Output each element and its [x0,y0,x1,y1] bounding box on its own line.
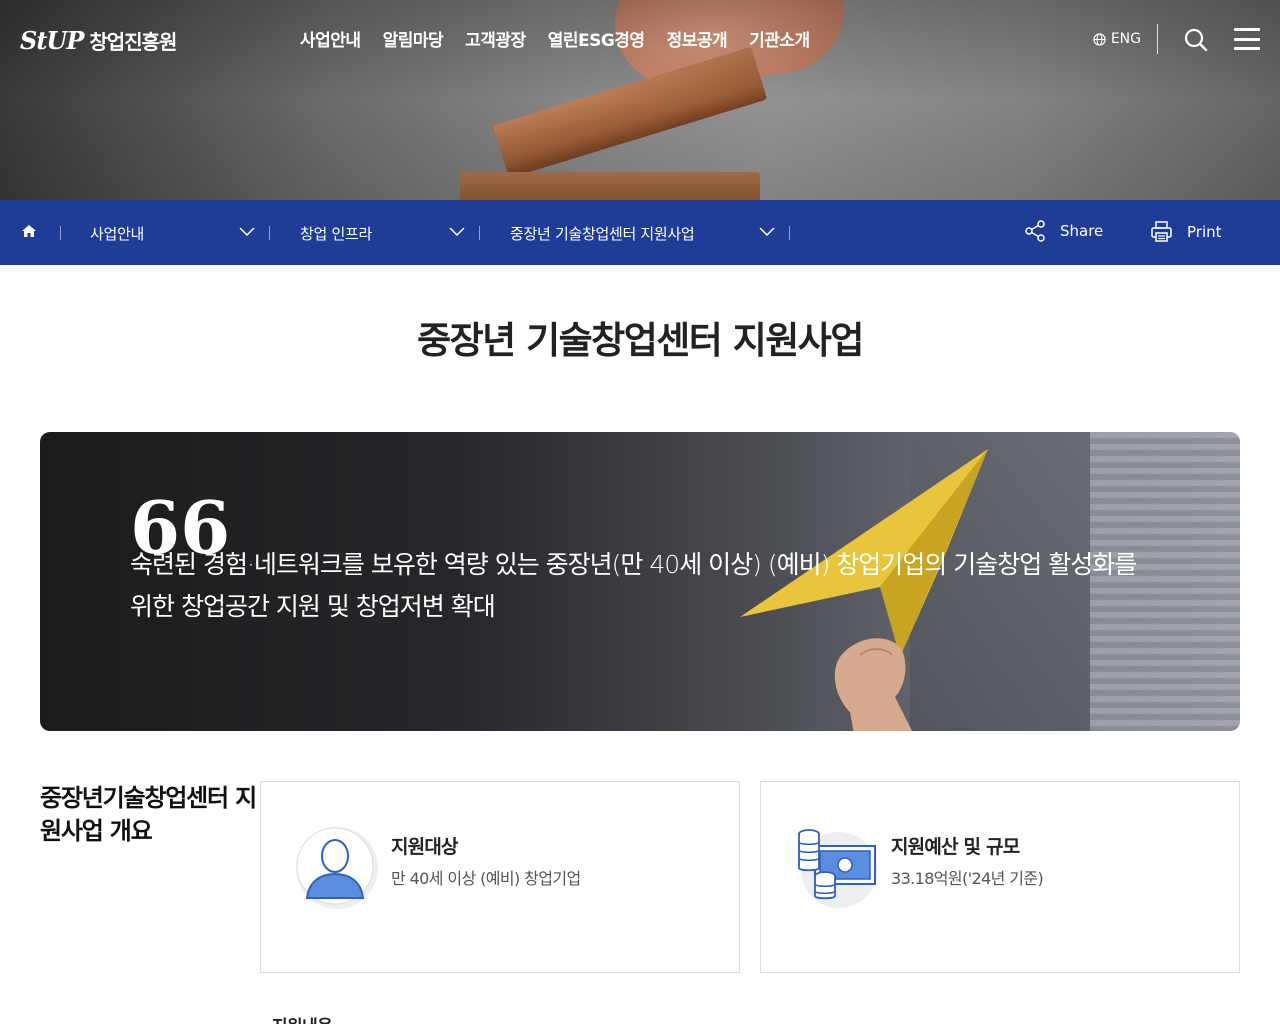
breadcrumb-depth1[interactable]: 사업안내 [90,220,144,246]
breadcrumb-depth2[interactable]: 창업 인프라 [300,220,372,246]
intro-banner: 66 숙련된 경험·네트워크를 보유한 역량 있는 중장년(만 40세 이상) … [40,432,1240,731]
language-label: ENG [1110,31,1141,47]
overview-title: 중장년기술창업센터 지원사업 개요 [40,784,257,845]
banner-quote-text: 숙련된 경험·네트워크를 보유한 역량 있는 중장년(만 40세 이상) (예비… [130,550,1137,621]
nav-item-notice[interactable]: 알림마당 [383,26,444,51]
section-subtitle: 지원내용 [272,1012,333,1024]
search-icon[interactable] [1184,27,1208,51]
card-value: 만 40세 이상 (예비) 창업기업 [391,869,581,888]
nav-item-disclosure[interactable]: 정보공개 [667,26,728,51]
nav-item-business[interactable]: 사업안내 [300,26,361,51]
chevron-down-icon[interactable] [759,227,775,237]
main-nav: 사업안내 알림마당 고객광장 열린ESG경영 정보공개 기관소개 [300,26,810,51]
print-label: Print [1187,222,1222,241]
hand-image [834,638,912,731]
share-button[interactable]: Share [1024,220,1103,242]
logo-mark: StUP [20,26,84,55]
globe-icon [1093,32,1106,46]
budget-card: 지원예산 및 규모 33.18억원('24년 기준) [760,781,1240,973]
home-icon[interactable] [20,222,38,240]
header-utilities: ENG [1093,22,1260,56]
printer-icon [1151,221,1172,242]
share-icon [1025,220,1045,242]
hamburger-menu-icon[interactable] [1234,28,1260,50]
nav-item-about[interactable]: 기관소개 [749,26,810,51]
card-label: 지원대상 [391,836,459,858]
logo-name: 창업진흥원 [89,30,177,54]
support-target-card: 지원대상 만 40세 이상 (예비) 창업기업 [260,781,740,973]
print-button[interactable]: Print [1150,220,1222,243]
person-icon [296,827,378,909]
chevron-down-icon[interactable] [239,227,255,237]
breadcrumb-depth3[interactable]: 중장년 기술창업센터 지원사업 [510,220,695,246]
header-hero: StUP 창업진흥원 사업안내 알림마당 고객광장 열린ESG경영 정보공개 기… [0,0,1280,200]
card-value: 33.18억원('24년 기준) [891,869,1044,888]
share-label: Share [1060,222,1104,240]
money-icon [798,829,877,908]
card-label: 지원예산 및 규모 [891,836,1020,858]
site-logo[interactable]: StUP 창업진흥원 [20,26,177,55]
chevron-down-icon[interactable] [449,227,465,237]
nav-item-esg[interactable]: 열린ESG경영 [548,26,645,51]
location-bar: 사업안내 창업 인프라 중장년 기술창업센터 지원사업 Share Print [0,200,1280,265]
nav-item-customer[interactable]: 고객광장 [465,26,526,51]
language-switch[interactable]: ENG [1093,24,1158,54]
page-title: 중장년 기술창업센터 지원사업 [417,319,864,362]
